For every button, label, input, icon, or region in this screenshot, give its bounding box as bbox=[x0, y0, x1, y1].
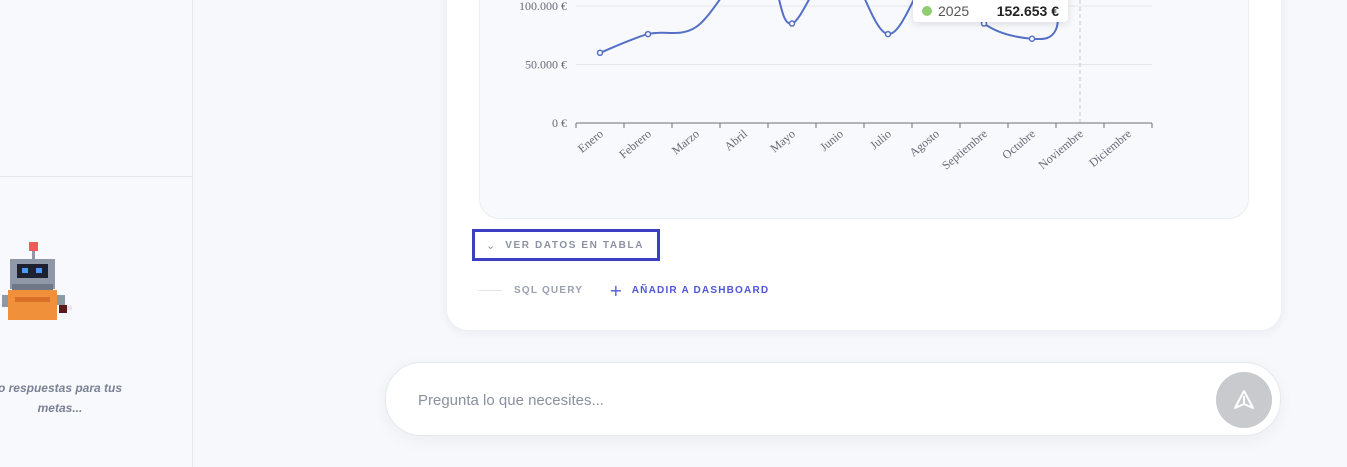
chart-tooltip: 2025 152.653 € bbox=[913, 0, 1068, 22]
x-tick-label: Abril bbox=[722, 126, 751, 153]
sidebar-tip-line-1: o respuestas para tus bbox=[0, 381, 123, 395]
sidebar: o respuestas para tus metas... bbox=[0, 0, 193, 467]
plus-icon: + bbox=[609, 280, 624, 300]
data-point bbox=[644, 30, 652, 38]
x-tick-label: Noviembre bbox=[1036, 127, 1086, 172]
tooltip-value: 152.653 € bbox=[996, 3, 1059, 19]
y-tick-label: 50.000 € bbox=[525, 58, 567, 72]
sidebar-divider bbox=[0, 176, 192, 177]
sidebar-tip-text: o respuestas para tus metas... bbox=[0, 378, 160, 418]
data-point bbox=[1028, 35, 1036, 43]
send-icon bbox=[1234, 390, 1254, 409]
line-chart: 0 € 50.000 € 100.000 € Enero Febrero Marzo Abr… bbox=[519, 0, 1153, 173]
chat-input[interactable] bbox=[416, 387, 1200, 413]
chevron-down-icon: ⌄ bbox=[486, 238, 496, 252]
sidebar-tip-line-2: metas... bbox=[37, 401, 83, 415]
x-tick-label: Febrero bbox=[616, 127, 654, 162]
data-point bbox=[788, 20, 796, 27]
add-to-dashboard-button[interactable]: + AÑADIR A DASHBOARD bbox=[609, 281, 769, 300]
x-tick-label: Mayo bbox=[767, 127, 797, 156]
x-tick-label: Diciembre bbox=[1086, 127, 1134, 170]
tooltip-series-name: 2025 bbox=[938, 3, 970, 19]
robot-mascot-icon bbox=[2, 242, 72, 320]
x-tick-label: Enero bbox=[575, 127, 606, 156]
x-tick-label: Agosto bbox=[906, 127, 942, 160]
x-tick-label: Septiembre bbox=[939, 127, 990, 173]
view-table-toggle[interactable]: ⌄ VER DATOS EN TABLA bbox=[472, 229, 660, 261]
data-point bbox=[884, 30, 892, 38]
y-tick-label: 0 € bbox=[552, 116, 567, 130]
add-to-dashboard-label: AÑADIR A DASHBOARD bbox=[631, 284, 770, 296]
tooltip-series-dot bbox=[922, 6, 932, 16]
send-button[interactable] bbox=[1216, 372, 1272, 428]
card-actions: SQL QUERY + AÑADIR A DASHBOARD bbox=[478, 281, 769, 300]
x-tick-label: Julio bbox=[867, 127, 894, 153]
x-tick-label: Octubre bbox=[999, 127, 1038, 163]
y-tick-label: 100.000 € bbox=[519, 0, 567, 13]
chat-input-bar bbox=[385, 362, 1281, 436]
x-tick-label: Junio bbox=[817, 127, 846, 154]
sql-query-button[interactable]: SQL QUERY bbox=[514, 285, 583, 296]
actions-divider bbox=[478, 289, 502, 291]
x-tick-label: Marzo bbox=[669, 127, 702, 158]
data-point bbox=[596, 49, 604, 57]
view-table-label: VER DATOS EN TABLA bbox=[505, 239, 645, 251]
